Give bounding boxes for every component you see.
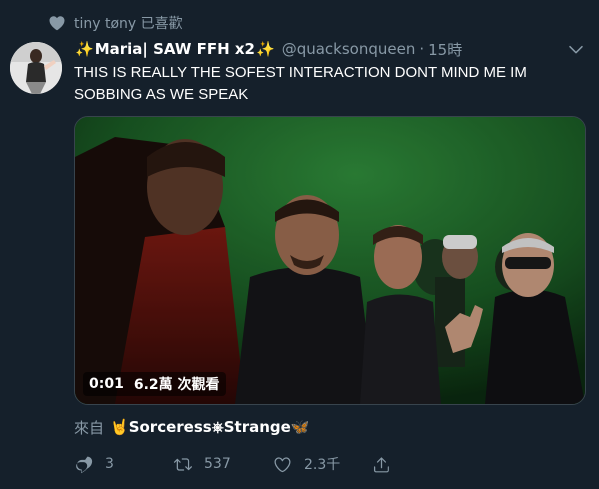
tweet-timestamp[interactable]: 15時 (428, 39, 462, 60)
tweet[interactable]: tiny tøny 已喜歡 ✨ Maria| SAW FFH x2 ✨ @qua… (0, 0, 599, 489)
share-button[interactable] (372, 455, 403, 474)
heart-outline-icon (274, 456, 291, 472)
video-player[interactable]: 0:01 6.2萬 次觀看 (74, 116, 586, 405)
reply-count: 3 (105, 456, 114, 472)
social-context-text[interactable]: tiny tøny 已喜歡 (74, 13, 183, 33)
sparkle-icon: ✨ (256, 40, 275, 58)
display-name-text: Maria| SAW FFH x2 (94, 40, 255, 58)
rock-hand-icon: 🤘 (110, 418, 129, 436)
video-info-overlay: 0:01 6.2萬 次觀看 (83, 372, 226, 396)
avatar[interactable] (10, 42, 62, 94)
social-context: tiny tøny 已喜歡 (48, 12, 183, 34)
user-handle[interactable]: @quacksonqueen (282, 40, 416, 58)
retweet-button[interactable]: 537 (173, 455, 273, 474)
tweet-actions: 3 537 2.3千 (74, 452, 403, 476)
video-duration: 0:01 (89, 376, 124, 392)
separator-dot: · (419, 40, 425, 58)
source-name-part: Sorceress (128, 418, 212, 436)
tweet-source: 來自 🤘 Sorceress ⎈ Strange 🦋 (74, 416, 310, 438)
reply-button[interactable]: 3 (74, 455, 173, 474)
source-user-link[interactable]: 🤘 Sorceress ⎈ Strange 🦋 (110, 418, 309, 436)
sparkle-icon: ✨ (75, 40, 94, 58)
butterfly-icon: 🦋 (290, 418, 310, 436)
tweet-header: ✨ Maria| SAW FFH x2 ✨ @quacksonqueen · 1… (74, 38, 559, 60)
helm-symbol-icon: ⎈ (211, 418, 224, 436)
heart-icon (48, 14, 66, 32)
share-icon (373, 456, 389, 472)
source-name-part: Strange (223, 418, 291, 436)
source-label: 來自 (74, 418, 105, 437)
tweet-text: THIS IS REALLY THE SOFEST INTERACTION DO… (74, 64, 527, 103)
display-name[interactable]: ✨ Maria| SAW FFH x2 ✨ (74, 40, 276, 58)
video-thumbnail (75, 117, 585, 404)
chevron-down-icon[interactable] (567, 40, 585, 58)
retweet-count: 537 (204, 456, 231, 472)
reply-icon (76, 456, 93, 473)
like-button[interactable]: 2.3千 (273, 454, 372, 474)
like-count: 2.3千 (304, 457, 341, 473)
retweet-icon (173, 457, 192, 471)
video-views: 6.2萬 次觀看 (133, 377, 220, 393)
